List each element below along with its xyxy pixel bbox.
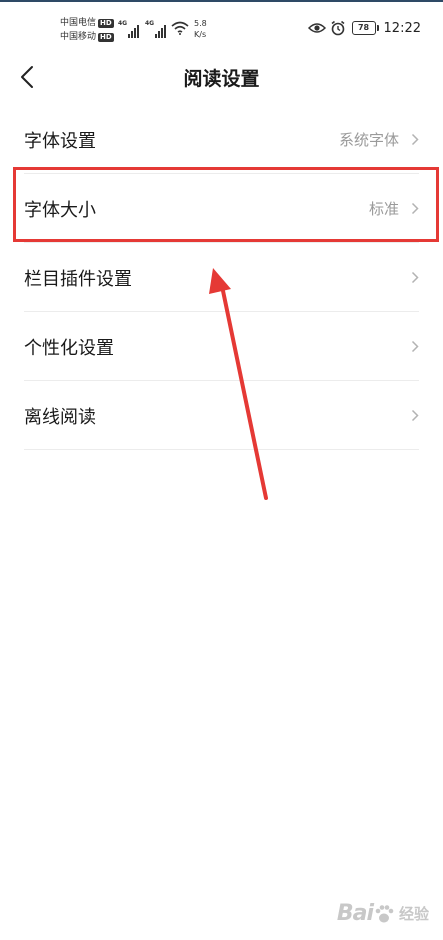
setting-value: 标准 [368, 200, 399, 218]
setting-font-type[interactable]: 字体设置 系统字体 [0, 105, 443, 174]
carrier-info: 中国电信 HD 中国移动 HD [60, 16, 114, 44]
chevron-right-icon [411, 271, 419, 284]
setting-label: 个性化设置 [24, 337, 114, 359]
network-type-1: 4G [118, 20, 128, 27]
status-right: 78 12:22 [307, 20, 421, 36]
alarm-icon [331, 20, 345, 36]
signal-icon: 4G [118, 20, 140, 38]
page-title: 阅读设置 [183, 68, 260, 90]
header: 阅读设置 [0, 50, 443, 102]
status-bar: 中国电信 HD 中国移动 HD 4G 4G 5.8 K/s 78 12:22 [0, 2, 443, 50]
chevron-right-icon [411, 340, 419, 353]
setting-column-plugins[interactable]: 栏目插件设置 [0, 243, 443, 312]
watermark-text: 经验 [398, 905, 429, 923]
setting-font-size[interactable]: 字体大小 标准 [0, 174, 443, 243]
chevron-right-icon [411, 133, 419, 146]
battery-icon: 78 [351, 21, 379, 35]
setting-label: 栏目插件设置 [24, 268, 132, 290]
setting-value: 系统字体 [338, 131, 399, 149]
carrier-row-2: 中国移动 HD [60, 30, 114, 44]
carrier-1: 中国电信 [60, 18, 97, 28]
hd-badge: HD [98, 32, 114, 42]
carrier-2: 中国移动 [60, 32, 97, 42]
speed-value: 5.8 [194, 19, 207, 28]
chevron-right-icon [411, 409, 419, 422]
network-speed: 5.8 K/s [194, 18, 207, 40]
hd-badge: HD [98, 18, 114, 28]
speed-unit: K/s [194, 30, 207, 39]
network-type-2: 4G [145, 20, 155, 27]
watermark: Bai 经验 [337, 901, 429, 926]
clock: 12:22 [383, 20, 421, 36]
setting-personalization[interactable]: 个性化设置 [0, 312, 443, 381]
carrier-row-1: 中国电信 HD [60, 16, 114, 30]
setting-label: 字体大小 [24, 199, 96, 221]
eye-icon [307, 23, 326, 33]
settings-list: 字体设置 系统字体 字体大小 标准 栏目插件设置 个性化设置 离线阅读 [0, 105, 443, 450]
wifi-icon [171, 21, 189, 35]
chevron-right-icon [411, 202, 419, 215]
signal-icon: 4G [145, 20, 167, 38]
watermark-brand: Bai [336, 901, 374, 926]
paw-icon [375, 904, 394, 922]
setting-offline-reading[interactable]: 离线阅读 [0, 381, 443, 450]
setting-label: 字体设置 [24, 130, 96, 152]
setting-label: 离线阅读 [24, 406, 96, 428]
